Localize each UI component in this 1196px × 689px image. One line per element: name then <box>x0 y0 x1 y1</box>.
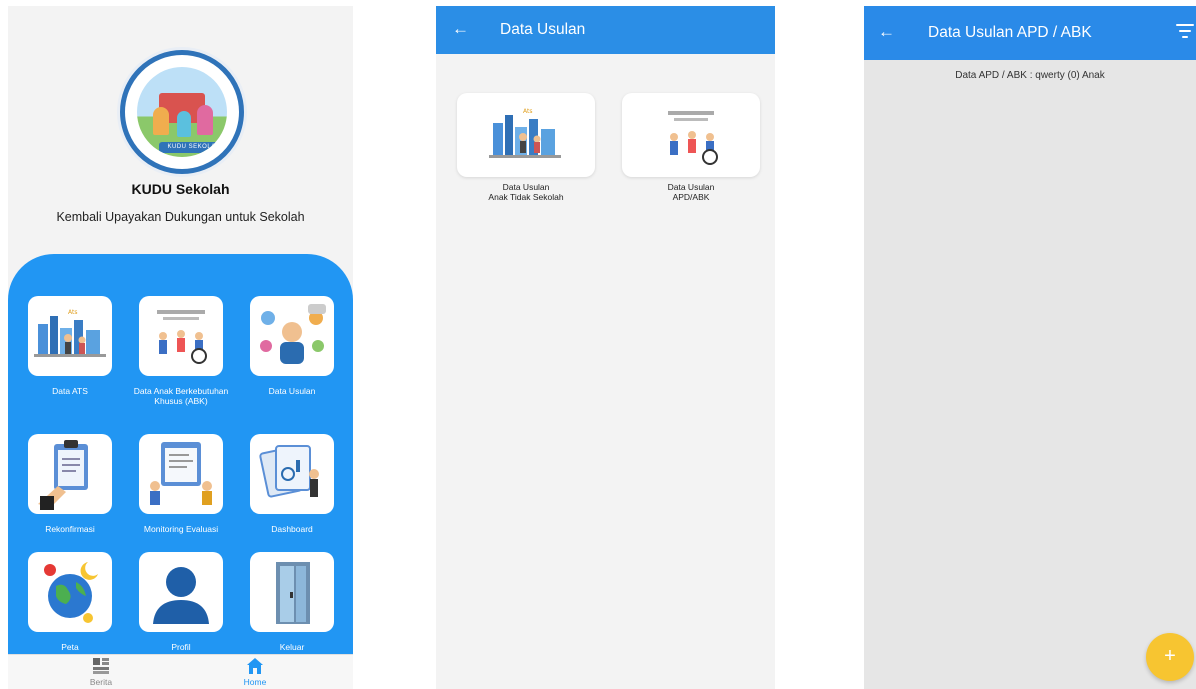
globe-map-icon <box>44 562 98 623</box>
data-usulan-screen: ← Data Usulan Ats Data Usulan Anak Tidak… <box>436 6 775 689</box>
filter-icon[interactable] <box>1176 24 1194 38</box>
disabled-children-illustration-icon <box>157 310 207 364</box>
nav-item-berita[interactable]: Berita <box>66 657 136 687</box>
menu-label: Dashboard <box>271 524 313 534</box>
menu-panel: Ats Data ATS Data Anak Berkebutuhan Khus… <box>8 254 353 654</box>
user-profile-icon <box>153 567 209 624</box>
menu-tile-data-ats[interactable]: Ats <box>28 296 112 376</box>
menu-tile-monitoring-evaluasi[interactable] <box>139 434 223 514</box>
page-title: Data Usulan APD / ABK <box>928 24 1092 41</box>
clipboard-check-icon <box>38 440 88 510</box>
city-children-illustration-icon: Ats <box>34 309 106 357</box>
app-subtitle: Kembali Upayakan Dukungan untuk Sekolah <box>56 210 305 224</box>
menu-label: Data Usulan <box>268 386 316 396</box>
home-screen: KUDU SEKOLAH KUDU Sekolah Kembali Upayak… <box>8 6 353 689</box>
add-button[interactable]: + <box>1146 633 1194 681</box>
logo-illustration: KUDU SEKOLAH <box>137 67 227 157</box>
back-arrow-icon[interactable]: ← <box>878 22 895 42</box>
menu-label: Peta <box>61 642 79 652</box>
city-children-illustration-icon: Ats <box>489 108 561 158</box>
svg-text:Ats: Ats <box>68 309 77 316</box>
menu-label: Keluar <box>279 642 305 652</box>
exit-door-icon <box>276 562 310 624</box>
dashboard-charts-icon <box>259 445 319 498</box>
data-usulan-apd-screen: ← Data Usulan APD / ABK Data APD / ABK :… <box>864 6 1196 689</box>
home-icon <box>247 658 263 674</box>
card-usulan-apd-abk[interactable] <box>622 93 760 177</box>
menu-tile-profil[interactable] <box>139 552 223 632</box>
card-label-ats: Data Usulan Anak Tidak Sekolah <box>488 182 564 202</box>
menu-label: Data ATS <box>52 386 88 396</box>
logo-banner: KUDU SEKOLAH <box>159 142 227 153</box>
menu-label: Data Anak Berkebutuhan Khusus (ABK) <box>133 386 229 406</box>
card-label-apd-abk: Data Usulan APD/ABK <box>667 182 715 202</box>
menu-tile-data-abk[interactable] <box>139 296 223 376</box>
menu-tile-data-usulan[interactable] <box>250 296 334 376</box>
back-arrow-icon[interactable]: ← <box>452 19 469 39</box>
news-grid-icon <box>93 658 109 674</box>
page-title: Data Usulan <box>500 21 586 38</box>
menu-label: Rekonfirmasi <box>45 524 95 534</box>
nav-label-home: Home <box>243 677 267 687</box>
nav-label-berita: Berita <box>89 677 113 687</box>
appbar: ← Data Usulan <box>436 6 775 54</box>
appbar: ← Data Usulan APD / ABK <box>864 6 1196 60</box>
proposal-people-icon <box>260 304 326 364</box>
nav-item-home[interactable]: Home <box>220 657 290 687</box>
summary-text: Data APD / ABK : qwerty (0) Anak <box>955 70 1105 81</box>
menu-label: Profil <box>171 642 191 652</box>
app-title: KUDU Sekolah <box>131 181 230 197</box>
menu-label: Monitoring Evaluasi <box>143 524 219 534</box>
monitoring-board-icon <box>150 442 212 505</box>
disabled-children-illustration-icon <box>668 111 718 165</box>
menu-tile-dashboard[interactable] <box>250 434 334 514</box>
svg-text:Ats: Ats <box>523 108 532 115</box>
card-usulan-ats[interactable]: Ats <box>457 93 595 177</box>
menu-tile-peta[interactable] <box>28 552 112 632</box>
menu-tile-rekonfirmasi[interactable] <box>28 434 112 514</box>
bottom-nav: Berita Home <box>8 654 353 689</box>
app-logo: KUDU SEKOLAH <box>120 50 244 174</box>
menu-tile-keluar[interactable] <box>250 552 334 632</box>
